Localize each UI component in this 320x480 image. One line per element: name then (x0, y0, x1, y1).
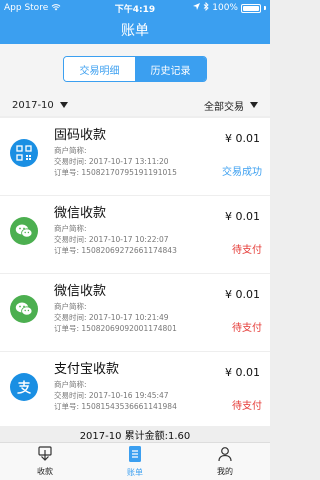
tab-bill[interactable]: 账单 (90, 443, 180, 480)
tab-transaction-details[interactable]: 交易明细 (64, 57, 135, 81)
tab-profile-label: 我的 (217, 467, 233, 476)
transaction-title: 固码收款 (54, 128, 107, 143)
segmented-control: 交易明细 历史记录 (63, 56, 207, 82)
transaction-item[interactable]: 微信收款 商户简称: 交易时间: 2017-10-17 10:22:07 订单号… (0, 196, 270, 273)
month-filter-label: 2017-10 (12, 99, 54, 111)
caret-down-icon (250, 102, 258, 108)
bluetooth-icon (203, 1, 209, 14)
transaction-item[interactable]: 固码收款 商户简称: 交易时间: 2017-10-17 13:11:20 订单号… (0, 118, 270, 195)
back-to-app-label[interactable]: App Store (4, 3, 48, 13)
merchant-label: 商户简称: (54, 380, 87, 389)
tab-receive-label: 收款 (37, 467, 53, 476)
wechat-icon (10, 217, 38, 245)
transaction-amount: ¥ 0.01 (225, 210, 260, 223)
battery-percent: 100% (212, 3, 238, 13)
type-filter-label: 全部交易 (204, 101, 244, 113)
transaction-amount: ¥ 0.01 (225, 288, 260, 301)
profile-icon (217, 446, 233, 464)
wifi-icon (51, 3, 61, 14)
status-right: 100% (179, 1, 266, 14)
merchant-label: 商户简称: (54, 146, 87, 155)
tab-profile[interactable]: 我的 (180, 443, 270, 480)
monthly-total: 2017-10 累计金额:1.60 (0, 426, 270, 442)
transaction-status: 待支付 (232, 323, 262, 334)
transaction-title: 微信收款 (54, 284, 107, 299)
nav-bar: 账单 (0, 16, 270, 44)
status-left: App Store (4, 3, 91, 14)
segment-area: 交易明细 历史记录 (0, 44, 270, 94)
transaction-status: 待支付 (232, 245, 262, 256)
alipay-icon (10, 373, 38, 401)
tab-bar: 收款 账单 我的 (0, 442, 270, 480)
merchant-label: 商户简称: (54, 224, 87, 233)
month-filter[interactable]: 2017-10 (12, 100, 68, 111)
transaction-item[interactable]: 支付宝收款 商户简称: 交易时间: 2017-10-16 19:45:47 订单… (0, 352, 270, 429)
bill-icon (127, 445, 143, 465)
filter-row: 2017-10 全部交易 (0, 94, 270, 116)
receive-money-icon (37, 446, 53, 464)
transaction-amount: ¥ 0.01 (225, 366, 260, 379)
transaction-title: 微信收款 (54, 206, 107, 221)
tab-receive[interactable]: 收款 (0, 443, 90, 480)
tab-bill-label: 账单 (127, 468, 143, 477)
tab-history[interactable]: 历史记录 (135, 57, 206, 81)
wechat-icon (10, 295, 38, 323)
status-time: 下午4:19 (114, 4, 156, 15)
transaction-time: 交易时间: 2017-10-16 19:45:47 (54, 391, 169, 400)
qr-code-icon (10, 139, 38, 167)
status-bar: App Store 下午4:19 100% (0, 0, 270, 16)
battery-fill (242, 5, 259, 11)
transaction-amount: ¥ 0.01 (225, 132, 260, 145)
transaction-status: 交易成功 (222, 167, 262, 178)
type-filter[interactable]: 全部交易 (204, 98, 258, 113)
transaction-item[interactable]: 微信收款 商户简称: 交易时间: 2017-10-17 10:21:49 订单号… (0, 274, 270, 351)
transaction-status: 待支付 (232, 401, 262, 412)
merchant-label: 商户简称: (54, 302, 87, 311)
location-icon (193, 3, 201, 13)
transaction-title: 支付宝收款 (54, 362, 120, 377)
order-number: 订单号: 15081543536661141984 (54, 402, 177, 411)
order-number: 订单号: 15082069272661174843 (54, 246, 177, 255)
page-title: 账单 (121, 23, 149, 39)
transaction-time: 交易时间: 2017-10-17 10:21:49 (54, 313, 169, 322)
battery-nub (263, 6, 266, 10)
transaction-time: 交易时间: 2017-10-17 10:22:07 (54, 235, 169, 244)
transaction-time: 交易时间: 2017-10-17 13:11:20 (54, 157, 169, 166)
caret-down-icon (59, 102, 68, 108)
order-number: 订单号: 15082069092001174801 (54, 324, 177, 333)
order-number: 订单号: 15082170795191191015 (54, 168, 177, 177)
battery-icon (240, 3, 261, 13)
